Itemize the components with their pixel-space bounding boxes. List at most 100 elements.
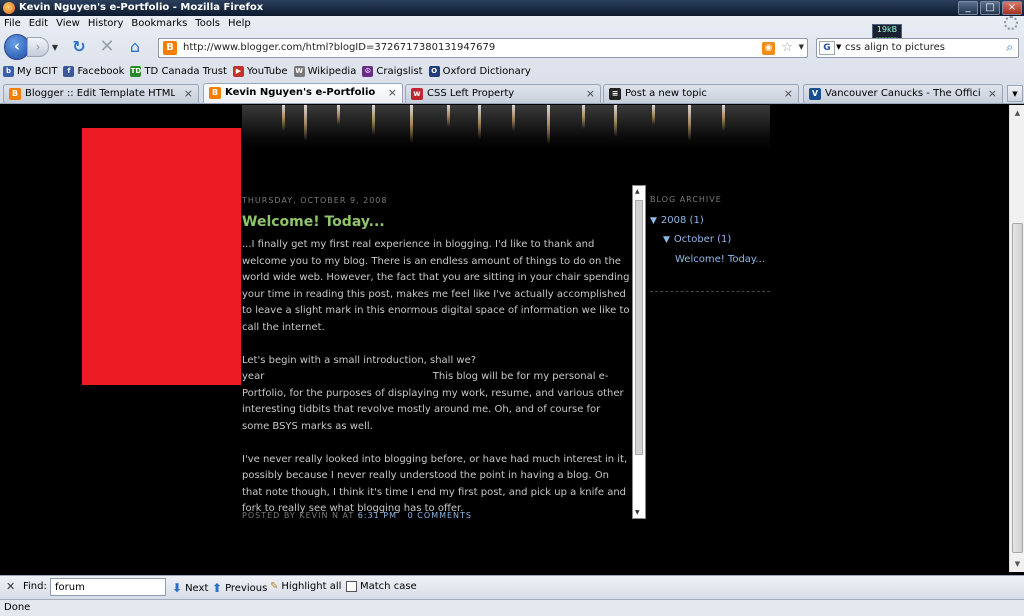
bookmark-youtube[interactable]: ▶ YouTube bbox=[232, 63, 288, 79]
page-scrollbar[interactable]: ▲ ▼ bbox=[1009, 105, 1024, 572]
page-content: Thursday, October 9, 2008 Welcome! Today… bbox=[0, 105, 1008, 572]
wikipedia-icon: W bbox=[293, 65, 305, 77]
menu-view[interactable]: View bbox=[52, 16, 84, 31]
bookmark-my-bcit[interactable]: b My BCIT bbox=[3, 63, 57, 79]
craigslist-icon: ☮ bbox=[362, 65, 374, 77]
tab-close-icon[interactable]: × bbox=[988, 87, 997, 100]
post-title[interactable]: Welcome! Today... bbox=[242, 214, 385, 230]
bookmark-label: TD Canada Trust bbox=[144, 65, 227, 77]
bookmark-craigslist[interactable]: ☮ Craigslist bbox=[362, 63, 423, 79]
blogger-icon: B bbox=[9, 88, 21, 100]
history-dropdown-icon[interactable]: ▼ bbox=[50, 43, 60, 53]
tab-close-icon[interactable]: × bbox=[388, 86, 397, 99]
post-author: POSTED BY KEVIN N AT bbox=[242, 511, 355, 520]
post-footer: POSTED BY KEVIN N AT 6:31 PM 0 COMMENTS bbox=[242, 511, 472, 520]
find-label: Find: bbox=[23, 581, 47, 592]
tab-label: Post a new topic bbox=[625, 88, 707, 99]
sidebar-divider bbox=[650, 291, 770, 292]
post-paragraph: I've never really looked into blogging b… bbox=[242, 453, 628, 515]
post-paragraph: Let's begin with a small introduction, s… bbox=[242, 354, 624, 432]
url-dropdown-icon[interactable]: ▼ bbox=[799, 43, 804, 51]
archive-month[interactable]: ▼ October (1) bbox=[663, 234, 731, 245]
bookmark-label: Facebook bbox=[77, 65, 125, 77]
close-find-icon[interactable]: ✕ bbox=[6, 580, 15, 593]
archive-year[interactable]: ▼ 2008 (1) bbox=[650, 215, 704, 226]
close-window-button[interactable]: × bbox=[1002, 1, 1022, 15]
url-text[interactable]: http://www.blogger.com/html?blogID=37267… bbox=[183, 42, 495, 53]
menu-bookmarks[interactable]: Bookmarks bbox=[127, 16, 191, 31]
down-arrow-icon: ⬇ bbox=[172, 581, 183, 595]
engine-dropdown-icon[interactable]: ▼ bbox=[836, 43, 841, 51]
bookmark-td[interactable]: TD TD Canada Trust bbox=[130, 63, 227, 79]
tab-kevin-eportfolio[interactable]: B Kevin Nguyen's e-Portfolio × bbox=[203, 83, 403, 103]
bookmark-label: YouTube bbox=[246, 65, 288, 77]
bookmark-star-icon[interactable]: ☆ bbox=[781, 40, 793, 55]
list-all-tabs-icon[interactable]: ▼ bbox=[1007, 85, 1023, 102]
post-scrollbar[interactable]: ▲ ▼ bbox=[632, 185, 646, 519]
match-case-checkbox[interactable]: Match case bbox=[346, 581, 417, 592]
home-icon[interactable]: ⌂ bbox=[126, 38, 144, 56]
scroll-down-icon[interactable]: ▼ bbox=[1011, 557, 1024, 571]
search-input[interactable]: css align to pictures bbox=[845, 42, 945, 53]
tab-label: Blogger :: Edit Template HTML bbox=[25, 88, 175, 99]
bookmark-facebook[interactable]: f Facebook bbox=[63, 63, 124, 79]
find-next-label: Next bbox=[185, 582, 209, 594]
menu-tools[interactable]: Tools bbox=[191, 16, 224, 31]
archive-month-label[interactable]: October (1) bbox=[674, 234, 731, 245]
tab-strip: B Blogger :: Edit Template HTML × B Kevi… bbox=[0, 83, 1024, 103]
tab-blogger-edit-template[interactable]: B Blogger :: Edit Template HTML × bbox=[3, 84, 199, 103]
checkbox-icon[interactable] bbox=[346, 581, 357, 592]
search-bar[interactable]: G ▼ css align to pictures ⌕ bbox=[816, 38, 1019, 58]
activity-indicator-icon bbox=[1004, 16, 1018, 30]
site-favicon-icon: B bbox=[163, 41, 177, 55]
menu-file[interactable]: File bbox=[0, 16, 25, 31]
expand-triangle-icon[interactable]: ▼ bbox=[650, 216, 657, 226]
rss-feed-icon[interactable]: ◉ bbox=[762, 42, 775, 55]
archive-post-link[interactable]: Welcome! Today... bbox=[675, 254, 765, 265]
minimize-button[interactable]: _ bbox=[958, 1, 978, 15]
bookmark-label: Craigslist bbox=[376, 65, 423, 77]
forward-button[interactable]: › bbox=[27, 37, 49, 57]
find-previous-button[interactable]: ⬆ Previous bbox=[212, 581, 267, 595]
menu-history[interactable]: History bbox=[84, 16, 128, 31]
bookmark-oxford[interactable]: O Oxford Dictionary bbox=[428, 63, 531, 79]
highlight-all-label: Highlight all bbox=[281, 581, 342, 592]
scroll-up-icon[interactable]: ▲ bbox=[1011, 106, 1024, 120]
bookmark-label: Wikipedia bbox=[307, 65, 357, 77]
stop-icon[interactable]: ✕ bbox=[98, 38, 116, 56]
tab-close-icon[interactable]: × bbox=[784, 87, 793, 100]
menu-help[interactable]: Help bbox=[224, 16, 255, 31]
scroll-down-icon[interactable]: ▼ bbox=[635, 509, 640, 516]
tab-close-icon[interactable]: × bbox=[586, 87, 595, 100]
page-scroll-thumb[interactable] bbox=[1012, 223, 1023, 553]
find-next-button[interactable]: ⬇ Next bbox=[172, 581, 208, 595]
oxford-icon: O bbox=[428, 65, 440, 77]
up-arrow-icon: ⬆ bbox=[212, 581, 223, 595]
tab-vancouver-canucks[interactable]: V Vancouver Canucks - The Official ... × bbox=[803, 84, 1003, 103]
facebook-icon: f bbox=[63, 65, 75, 77]
archive-year-label[interactable]: 2008 (1) bbox=[661, 215, 704, 226]
td-icon: TD bbox=[130, 65, 142, 77]
find-input[interactable]: forum bbox=[50, 578, 166, 596]
maximize-button[interactable]: □ bbox=[980, 1, 1000, 15]
google-engine-icon[interactable]: G bbox=[819, 41, 835, 55]
post-scroll-thumb[interactable] bbox=[635, 200, 643, 455]
menu-edit[interactable]: Edit bbox=[25, 16, 52, 31]
post-comments-link[interactable]: 0 COMMENTS bbox=[408, 511, 472, 520]
tab-close-icon[interactable]: × bbox=[184, 87, 193, 100]
expand-triangle-icon[interactable]: ▼ bbox=[663, 235, 670, 245]
post-time-link[interactable]: 6:31 PM bbox=[358, 511, 397, 520]
scroll-up-icon[interactable]: ▲ bbox=[635, 188, 640, 195]
reload-icon[interactable]: ↻ bbox=[70, 38, 88, 56]
tab-label: Vancouver Canucks - The Official ... bbox=[825, 88, 980, 99]
bookmark-wikipedia[interactable]: W Wikipedia bbox=[293, 63, 357, 79]
navigation-toolbar: ‹ › ▼ ↻ ✕ ⌂ B http://www.blogger.com/htm… bbox=[0, 32, 1024, 60]
url-bar[interactable]: B http://www.blogger.com/html?blogID=372… bbox=[158, 38, 808, 58]
tab-label: CSS Left Property bbox=[427, 88, 515, 99]
tab-post-new-topic[interactable]: ≡ Post a new topic × bbox=[603, 84, 799, 103]
youtube-icon: ▶ bbox=[232, 65, 244, 77]
highlight-all-button[interactable]: ✎ Highlight all bbox=[270, 581, 341, 592]
search-icon[interactable]: ⌕ bbox=[1006, 40, 1013, 55]
post-date: Thursday, October 9, 2008 bbox=[242, 196, 388, 205]
tab-css-left-property[interactable]: w CSS Left Property × bbox=[405, 84, 601, 103]
